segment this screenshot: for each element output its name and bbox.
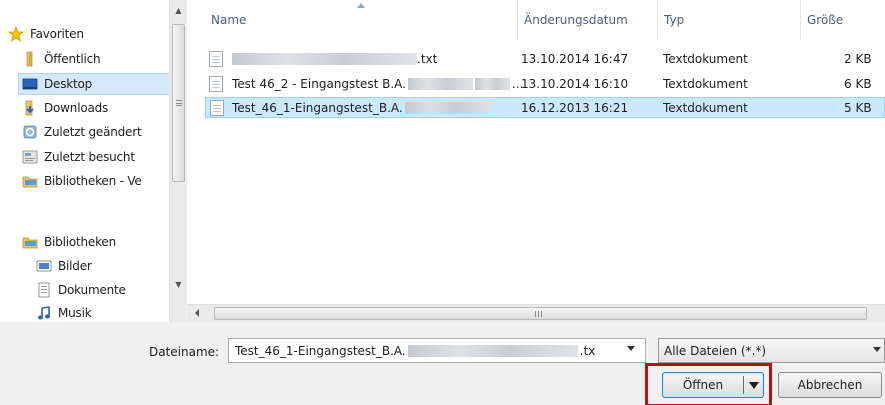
nav-vertical-scrollbar[interactable]: ▲ ▼ [169,0,186,322]
grip-icon [535,311,542,317]
star-icon [8,26,24,42]
file-date: 13.10.2014 16:10 [521,76,629,91]
file-type-filter-select[interactable]: Alle Dateien (*.*) [658,338,885,363]
folder-icon [26,51,33,67]
text-file-icon [209,50,223,67]
file-row[interactable]: .txt 13.10.2014 16:47 Textdokument 2 KB [205,48,885,69]
desktop-icon [22,78,38,90]
column-header-date[interactable]: Änderungsdatum [518,0,658,40]
nav-item-oeffentlich[interactable]: Öffentlich [22,48,186,70]
file-name: Test 46_2 - Eingangstest B.A.... [232,76,524,91]
file-row[interactable]: Test 46_2 - Eingangstest B.A.... 13.10.2… [205,73,885,94]
file-list-horizontal-scrollbar[interactable] [187,304,885,322]
horizontal-scroll-thumb[interactable] [214,307,867,320]
libraries-icon [22,237,38,249]
nav-item-zuletzt-besucht[interactable]: Zuletzt besucht [22,146,186,168]
nav-item-label: Dokumente [58,283,126,297]
documents-icon [38,282,50,298]
nav-item-label: Downloads [44,101,109,115]
file-row-selected[interactable]: Test_46_1-Eingangstest_B.A. 16.12.2013 1… [205,97,885,118]
file-size: 2 KB [844,51,872,66]
nav-item-downloads[interactable]: Downloads [22,97,186,119]
column-header-label: Typ [664,13,685,27]
nav-item-label: Zuletzt besucht [44,150,135,164]
nav-item-label: Favoriten [30,27,84,41]
scroll-down-arrow-icon[interactable]: ▼ [170,276,186,293]
file-date: 16.12.2013 16:21 [521,100,629,115]
nav-item-zuletzt-geaendert[interactable]: Zuletzt geändert [22,121,186,143]
nav-item-musik[interactable]: Musik [36,302,186,322]
nav-item-label: Bilder [58,259,92,273]
highlight-annotation [645,363,772,405]
nav-item-label: Desktop [44,77,93,91]
recent-changes-icon [23,125,37,139]
nav-item-label: Musik [58,306,92,320]
scroll-up-arrow-icon[interactable]: ▲ [170,2,186,19]
recent-places-icon [22,150,38,164]
nav-item-bilder[interactable]: Bilder [36,255,186,277]
column-header-label: Änderungsdatum [524,13,628,27]
file-date: 13.10.2014 16:47 [521,51,629,66]
nav-item-label: Zuletzt geändert [44,125,142,139]
filename-input[interactable]: Test_46_1-Eingangstest_B.A. .tx [228,338,646,363]
downloads-folder-icon [25,100,34,116]
scroll-left-arrow-icon[interactable] [195,309,199,317]
nav-item-dokumente[interactable]: Dokumente [36,279,186,301]
filename-history-dropdown-icon[interactable] [627,346,635,351]
pictures-icon [36,260,52,272]
column-header-name[interactable]: Name [205,0,518,40]
nav-item-favoriten[interactable]: Favoriten [8,23,178,45]
nav-item-bibliotheken-ve[interactable]: Bibliotheken - Ve [22,170,186,192]
music-icon [38,306,50,320]
file-size: 6 KB [844,76,872,91]
file-type: Textdokument [663,100,748,115]
column-header-type[interactable]: Typ [658,0,801,40]
file-size: 5 KB [844,100,872,115]
nav-item-label: Bibliotheken - Ve [44,174,142,188]
filename-label: Dateiname: [149,345,220,359]
column-header-size[interactable]: Größe [801,0,885,40]
sort-ascending-icon [357,3,365,8]
nav-item-label: Bibliotheken [44,235,116,249]
file-list: Name Änderungsdatum Typ Größe .txt 13.10… [187,0,885,322]
nav-item-bibliotheken[interactable]: Bibliotheken [22,231,186,253]
chevron-down-icon[interactable] [873,347,881,352]
cancel-button[interactable]: Abbrechen [778,372,882,398]
file-type-filter-value: Alle Dateien (*.*) [664,343,767,358]
text-file-icon [210,99,224,116]
file-type: Textdokument [663,76,748,91]
nav-scroll-thumb[interactable] [172,24,185,182]
navigation-pane: Favoriten Öffentlich Desktop Downloads Z… [0,0,186,322]
nav-item-label: Öffentlich [44,52,101,66]
file-type: Textdokument [663,51,748,66]
column-header-label: Größe [807,13,844,27]
column-header-label: Name [211,13,247,27]
file-name: Test_46_1-Eingangstest_B.A. [232,101,490,115]
file-name: .txt [232,52,437,66]
grip-icon [176,100,182,106]
nav-item-desktop[interactable]: Desktop [18,73,170,95]
libraries-icon [22,176,38,188]
text-file-icon [209,75,223,92]
